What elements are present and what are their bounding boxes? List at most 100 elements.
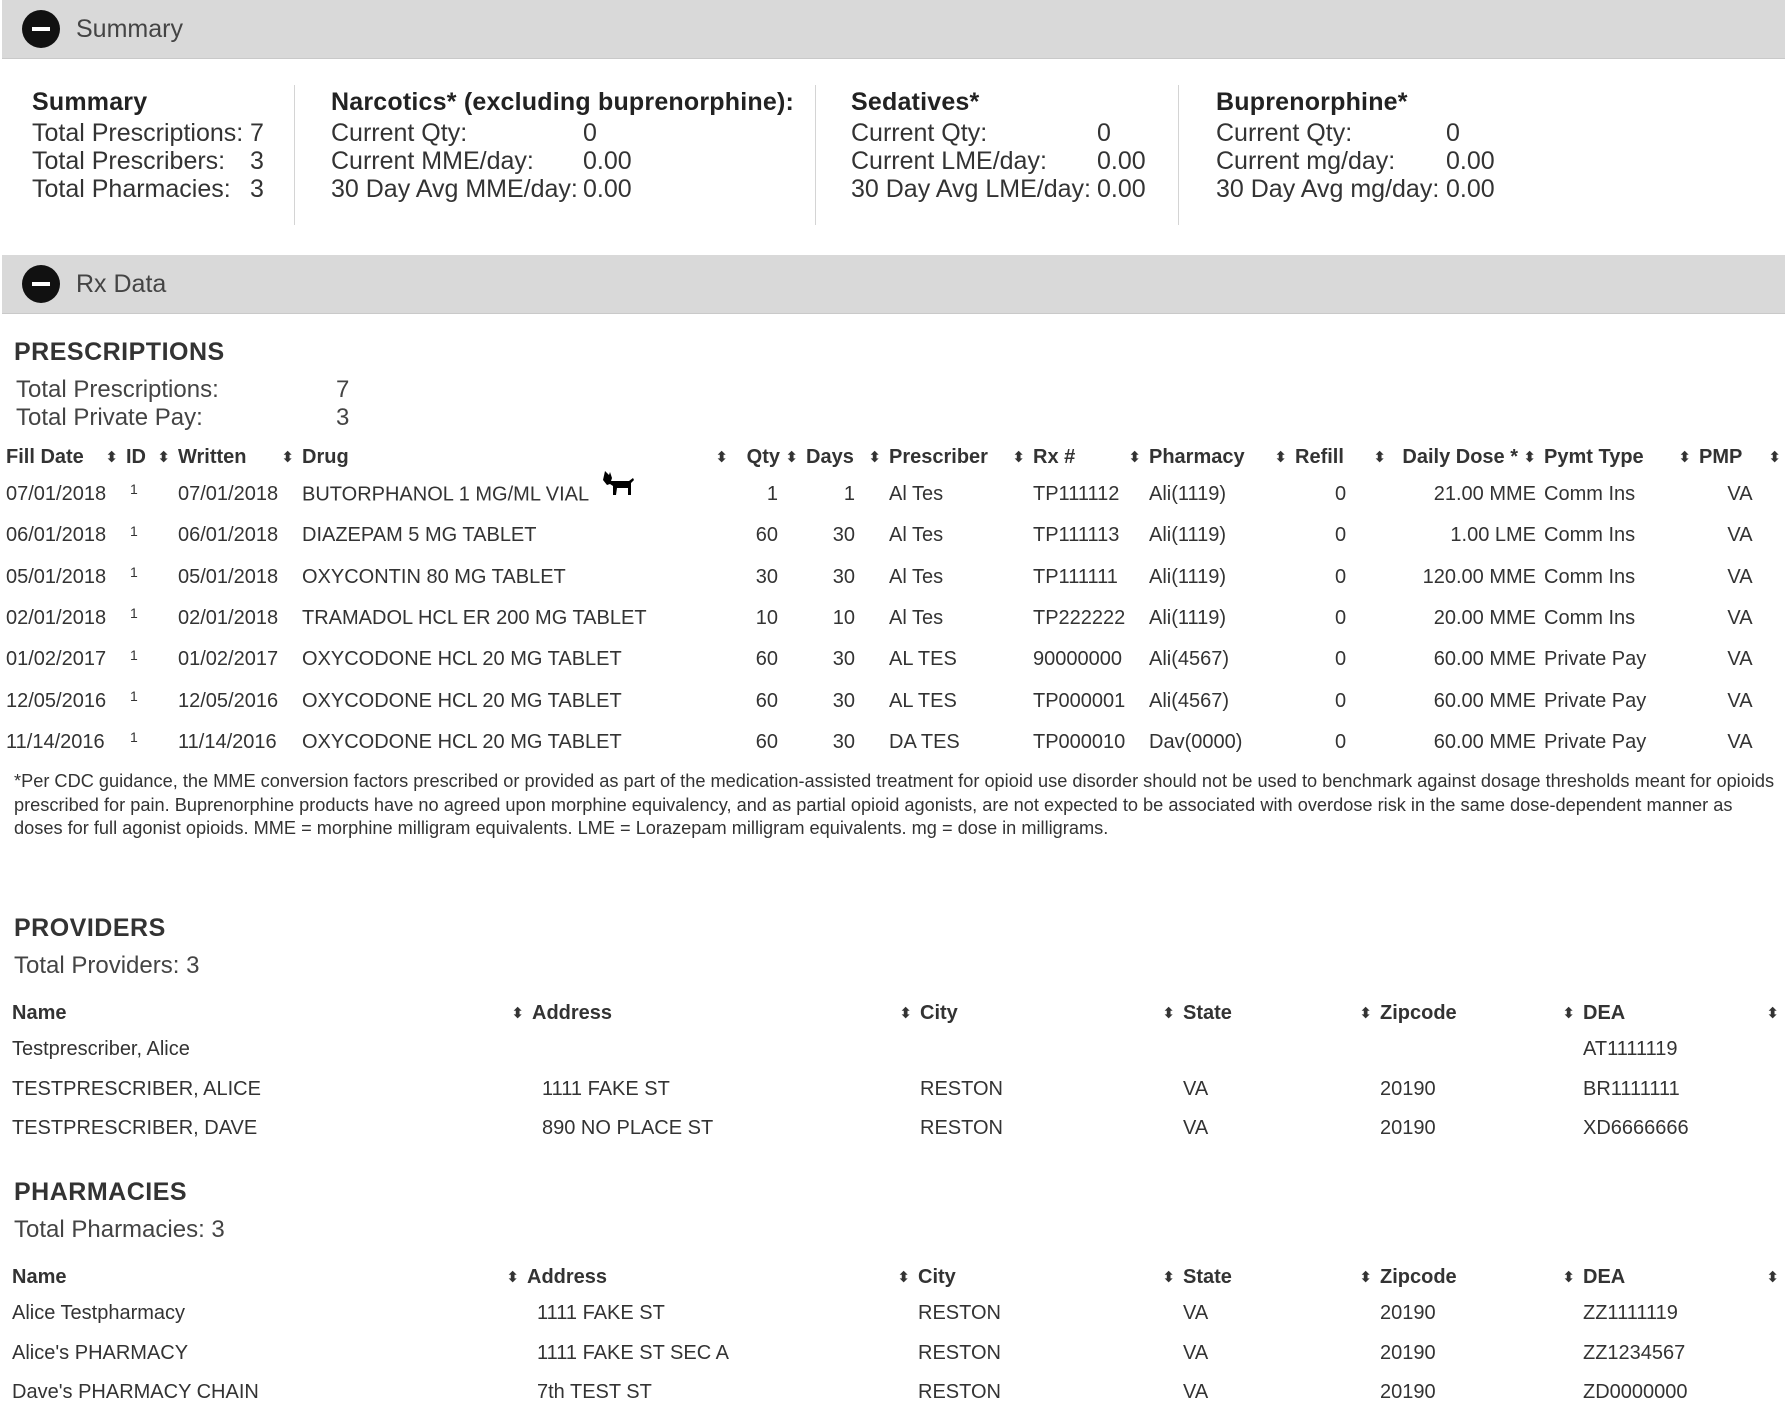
drug-cell: OXYCONTIN 80 MG TABLET xyxy=(298,557,732,598)
sort-icon[interactable]: ⬍ xyxy=(1678,448,1691,466)
table-row[interactable]: Alice Testpharmacy 1111 FAKE ST RESTON VA 20… xyxy=(8,1294,1783,1334)
col-name[interactable]: Name ⬍ xyxy=(8,1260,523,1294)
table-row[interactable]: TESTPRESCRIBER, DAVE 890 NO PLACE ST RESTO… xyxy=(8,1109,1783,1149)
sort-icon[interactable]: ⬍ xyxy=(1523,448,1536,466)
col-pmp[interactable]: PMP ⬍ xyxy=(1695,440,1785,474)
sort-icon[interactable]: ⬍ xyxy=(715,448,728,466)
col-pymt-type[interactable]: Pymt Type ⬍ xyxy=(1540,440,1695,474)
table-row[interactable]: Dave's PHARMACY CHAIN 7th TEST ST RESTON VA… xyxy=(8,1373,1783,1413)
table-row[interactable]: 05/01/2018 1 05/01/2018 OXYCONTIN 80 MG TAB… xyxy=(2,557,1785,598)
dog-icon[interactable] xyxy=(599,469,637,509)
sort-icon[interactable]: ⬍ xyxy=(1012,448,1025,466)
table-row[interactable]: 12/05/2016 1 12/05/2016 OXYCODONE HCL 20 MG… xyxy=(2,680,1785,721)
table-row[interactable]: 06/01/2018 1 06/01/2018 DIAZEPAM 5 MG TABLE… xyxy=(2,515,1785,556)
days-cell: 30 xyxy=(832,524,855,547)
sort-icon[interactable]: ⬍ xyxy=(1359,1268,1372,1286)
days-cell: 10 xyxy=(832,607,855,630)
drug-cell: OXYCODONE HCL 20 MG TABLET xyxy=(298,639,732,680)
col-days[interactable]: Days ⬍ xyxy=(802,440,885,474)
drug-name: OXYCODONE HCL 20 MG TABLET xyxy=(302,648,622,671)
sort-icon[interactable]: ⬍ xyxy=(1562,1004,1575,1022)
col-qty[interactable]: Qty ⬍ xyxy=(732,440,802,474)
pymt-type-cell: Comm Ins xyxy=(1544,565,1636,588)
table-header-row: Fill Date ⬍ ID ⬍ Written ⬍ Drug ⬍ Qty ⬍ Days ⬍… xyxy=(2,440,1785,474)
sort-icon[interactable]: ⬍ xyxy=(1766,1268,1779,1286)
fill-date-cell: 01/02/2017 xyxy=(6,648,107,671)
summary-panel-header[interactable]: Summary xyxy=(2,0,1785,59)
sort-icon[interactable]: ⬍ xyxy=(281,448,294,466)
sort-icon[interactable]: ⬍ xyxy=(506,1268,519,1286)
sort-icon[interactable]: ⬍ xyxy=(1766,1004,1779,1022)
qty-cell: 30 xyxy=(755,565,778,588)
sort-icon[interactable]: ⬍ xyxy=(1562,1268,1575,1286)
narcotics-row: 30 Day Avg MME/day: 0.00 xyxy=(331,175,632,203)
col-rx-number[interactable]: Rx # ⬍ xyxy=(1029,440,1145,474)
buprenorphine-row: 30 Day Avg mg/day: 0.00 xyxy=(1216,175,1495,203)
total-private-pay-value: 3 xyxy=(336,404,350,431)
table-row[interactable]: 07/01/2018 1 07/01/2018 BUTORPHANOL 1 MG/ML… xyxy=(2,470,1785,515)
name-cell: Alice's PHARMACY xyxy=(12,1341,189,1364)
sort-icon[interactable]: ⬍ xyxy=(105,448,118,466)
fill-date-cell: 12/05/2016 xyxy=(6,689,107,712)
col-state[interactable]: State ⬍ xyxy=(1179,996,1376,1030)
col-fill-date[interactable]: Fill Date ⬍ xyxy=(2,440,122,474)
col-id[interactable]: ID ⬍ xyxy=(122,440,174,474)
qty-cell: 60 xyxy=(755,524,778,547)
rx-number-cell: TP111112 xyxy=(1033,483,1120,506)
col-dea[interactable]: DEA ⬍ xyxy=(1579,996,1783,1030)
id-value: 1 xyxy=(130,563,138,580)
col-drug[interactable]: Drug ⬍ xyxy=(298,440,732,474)
sort-icon[interactable]: ⬍ xyxy=(1274,448,1287,466)
col-daily-dose[interactable]: Daily Dose * ⬍ xyxy=(1390,440,1540,474)
prescriber-cell: Al Tes xyxy=(889,524,944,547)
col-address[interactable]: Address ⬍ xyxy=(523,1260,914,1294)
col-pharmacy[interactable]: Pharmacy ⬍ xyxy=(1145,440,1291,474)
drug-name: OXYCODONE HCL 20 MG TABLET xyxy=(302,730,622,753)
table-row[interactable]: 11/14/2016 1 11/14/2016 OXYCODONE HCL 20 MG… xyxy=(2,722,1785,763)
col-prescriber[interactable]: Prescriber ⬍ xyxy=(885,440,1029,474)
city-cell: RESTON xyxy=(918,1302,1001,1325)
sort-icon[interactable]: ⬍ xyxy=(1768,448,1781,466)
col-state[interactable]: State ⬍ xyxy=(1179,1260,1376,1294)
dea-cell: AT1111119 xyxy=(1583,1038,1678,1061)
sort-icon[interactable]: ⬍ xyxy=(868,448,881,466)
sort-icon[interactable]: ⬍ xyxy=(511,1004,524,1022)
col-city[interactable]: City ⬍ xyxy=(916,996,1179,1030)
table-header-row: Name ⬍ Address ⬍ City ⬍ State ⬍ Zipcode ⬍ DEA… xyxy=(8,996,1783,1030)
sort-icon[interactable]: ⬍ xyxy=(1373,448,1386,466)
collapse-rx-icon[interactable] xyxy=(22,265,60,303)
table-row[interactable]: 01/02/2017 1 01/02/2017 OXYCODONE HCL 20 MG… xyxy=(2,639,1785,680)
pharmacies-table: Name ⬍ Address ⬍ City ⬍ State ⬍ Zipcode ⬍ DEA… xyxy=(8,1260,1783,1413)
sort-icon[interactable]: ⬍ xyxy=(1162,1268,1175,1286)
col-zipcode[interactable]: Zipcode ⬍ xyxy=(1376,1260,1579,1294)
col-address[interactable]: Address ⬍ xyxy=(528,996,916,1030)
col-written[interactable]: Written ⬍ xyxy=(174,440,298,474)
table-header-row: Name ⬍ Address ⬍ City ⬍ State ⬍ Zipcode ⬍ DEA… xyxy=(8,1260,1783,1294)
pharmacy-cell: Ali(1119) xyxy=(1149,524,1227,547)
col-dea[interactable]: DEA ⬍ xyxy=(1579,1260,1783,1294)
col-city[interactable]: City ⬍ xyxy=(914,1260,1179,1294)
rx-panel-header[interactable]: Rx Data xyxy=(2,255,1785,314)
sort-icon[interactable]: ⬍ xyxy=(157,448,170,466)
fill-date-cell: 06/01/2018 xyxy=(6,524,107,547)
written-cell: 06/01/2018 xyxy=(178,524,279,547)
table-row[interactable]: 02/01/2018 1 02/01/2018 TRAMADOL HCL ER 200… xyxy=(2,598,1785,639)
cdc-footnote: *Per CDC guidance, the MME conversion fa… xyxy=(14,771,1775,838)
col-refill[interactable]: Refill ⬍ xyxy=(1291,440,1390,474)
sort-icon[interactable]: ⬍ xyxy=(1128,448,1141,466)
sort-icon[interactable]: ⬍ xyxy=(1162,1004,1175,1022)
table-row[interactable]: TESTPRESCRIBER, ALICE 1111 FAKE ST RESTON V… xyxy=(8,1070,1783,1110)
drug-cell: BUTORPHANOL 1 MG/ML VIAL xyxy=(298,470,732,515)
sort-icon[interactable]: ⬍ xyxy=(785,448,798,466)
sort-icon[interactable]: ⬍ xyxy=(1359,1004,1372,1022)
state-cell: VA xyxy=(1183,1341,1209,1364)
col-name[interactable]: Name ⬍ xyxy=(8,996,528,1030)
col-zipcode[interactable]: Zipcode ⬍ xyxy=(1376,996,1579,1030)
table-row[interactable]: Testprescriber, Alice AT1111119 xyxy=(8,1030,1783,1070)
sort-icon[interactable]: ⬍ xyxy=(899,1004,912,1022)
sort-icon[interactable]: ⬍ xyxy=(897,1268,910,1286)
drug-name: DIAZEPAM 5 MG TABLET xyxy=(302,524,537,547)
drug-name: OXYCONTIN 80 MG TABLET xyxy=(302,565,566,588)
collapse-summary-icon[interactable] xyxy=(22,10,60,48)
table-row[interactable]: Alice's PHARMACY 1111 FAKE ST SEC A RESTON… xyxy=(8,1334,1783,1374)
